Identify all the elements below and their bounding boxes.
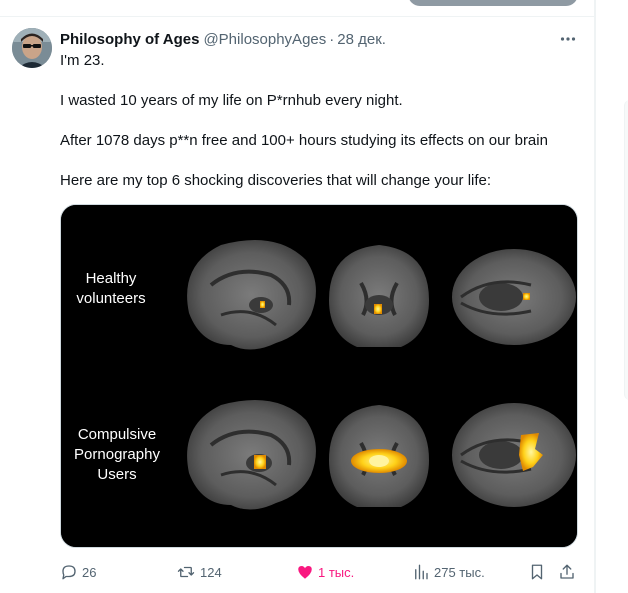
header-separator: · xyxy=(329,30,335,48)
brain-scan-coronal xyxy=(329,405,429,507)
tweet-header: Philosophy of Ages @PhilosophyAges · 28 … xyxy=(60,29,578,49)
brain-scan-coronal xyxy=(329,245,429,347)
like-count: 1 тыс. xyxy=(318,564,355,580)
row-label-compulsive: Pornography xyxy=(74,446,160,463)
heart-filled-icon xyxy=(298,566,312,579)
brain-scan-axial xyxy=(452,403,576,507)
author-handle[interactable]: @PhilosophyAges xyxy=(203,31,326,48)
repost-icon xyxy=(177,566,195,578)
share-button[interactable] xyxy=(558,561,576,583)
views-button[interactable]: 275 тыс. xyxy=(412,561,485,583)
reply-count: 26 xyxy=(82,564,97,580)
divider xyxy=(0,16,595,17)
timeline-column: Philosophy of Ages @PhilosophyAges · 28 … xyxy=(0,0,595,593)
share-icon xyxy=(560,564,574,579)
tweet-text-line: After 1078 days p**n free and 100+ hours… xyxy=(60,132,548,149)
brain-scan-axial xyxy=(452,249,576,345)
row-label-healthy: Healthy xyxy=(86,270,137,287)
row-label-compulsive: Compulsive xyxy=(78,426,156,443)
bookmark-button[interactable] xyxy=(528,561,546,583)
reply-icon xyxy=(62,565,76,580)
repost-button[interactable]: 124 xyxy=(176,561,222,583)
row-label-compulsive: Users xyxy=(97,466,136,483)
sidebar-panel-edge xyxy=(624,100,628,400)
tweet-text: I'm 23. I wasted 10 years of my life on … xyxy=(60,51,580,191)
tweet-actions: 26 124 1 тыс. 275 тыс. xyxy=(60,561,580,583)
bookmark-icon xyxy=(531,564,543,580)
sidebar-edge xyxy=(595,0,628,593)
tweet-text-line: Here are my top 6 shocking discoveries t… xyxy=(60,172,492,189)
row-label-healthy: volunteers xyxy=(76,290,145,307)
tweet-text-line: I wasted 10 years of my life on P*rnhub … xyxy=(60,92,403,109)
avatar[interactable] xyxy=(12,28,52,68)
views-count: 275 тыс. xyxy=(434,564,485,580)
like-button[interactable]: 1 тыс. xyxy=(296,561,354,583)
more-horizontal-icon[interactable] xyxy=(556,29,580,49)
tweet-text-line: I'm 23. xyxy=(60,52,105,69)
new-posts-pill[interactable] xyxy=(408,0,578,6)
repost-count: 124 xyxy=(200,564,222,580)
tweet-image[interactable]: Healthy volunteers Compulsive Pornograph… xyxy=(60,204,578,548)
reply-button[interactable]: 26 xyxy=(60,561,96,583)
author-display-name[interactable]: Philosophy of Ages xyxy=(60,31,199,48)
tweet-date[interactable]: 28 дек. xyxy=(337,31,386,48)
views-chart-icon xyxy=(415,564,428,580)
